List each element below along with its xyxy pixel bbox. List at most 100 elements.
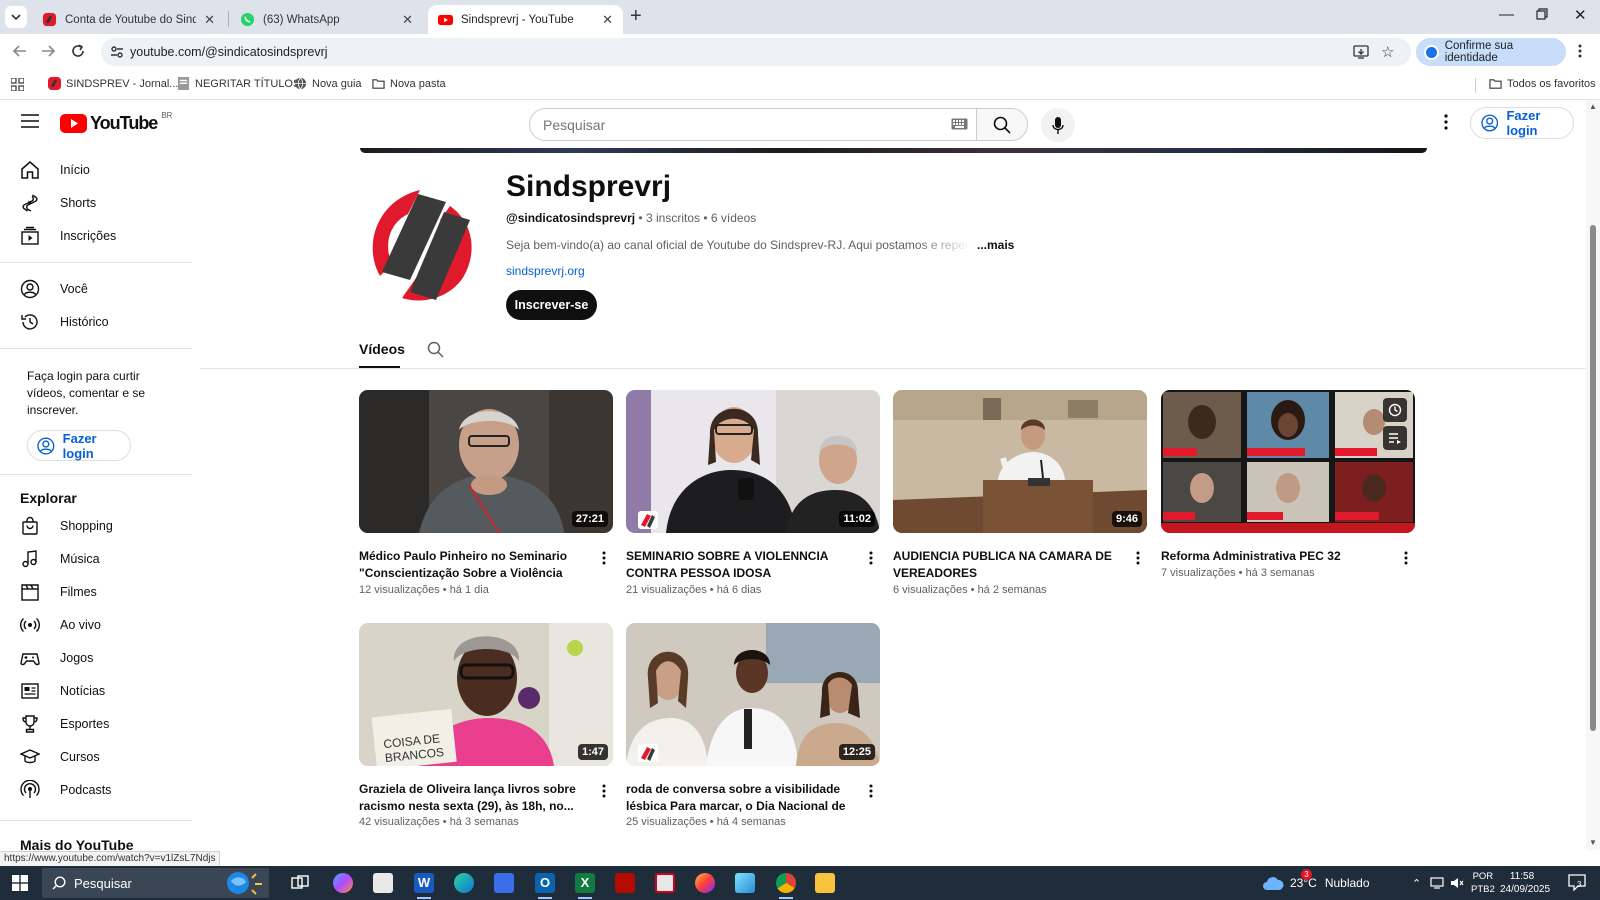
chrome-icon[interactable] (776, 873, 796, 899)
network-icon[interactable] (1430, 877, 1444, 889)
scrollbar-thumb[interactable] (1590, 225, 1596, 731)
video-card[interactable]: 27:21 Médico Paulo Pinheiro no Seminario… (359, 390, 613, 600)
video-title[interactable]: SEMINARIO SOBRE A VIOLENNCIA CONTRA PESS… (626, 548, 860, 581)
tray-chevron-icon[interactable]: ⌃ (1412, 866, 1421, 900)
page-scrollbar[interactable]: ▲ ▼ (1586, 100, 1600, 850)
minimize-icon[interactable]: — (1499, 6, 1514, 23)
address-bar[interactable]: youtube.com/@sindicatosindsprevrj ☆ (101, 38, 1411, 66)
sidebar-item-noticias[interactable]: Notícias (0, 674, 190, 708)
taskbar-search-box[interactable]: Pesquisar (42, 868, 269, 898)
video-card[interactable]: COISA DE BRANCOS 1:47 Graziela de Olivei… (359, 623, 613, 833)
channel-search-icon[interactable] (427, 341, 444, 358)
firefox-icon[interactable] (695, 873, 715, 893)
sign-in-button[interactable]: Fazer login (1470, 107, 1574, 139)
system-clock[interactable]: 11:58 24/09/2025 (1500, 870, 1550, 896)
video-card[interactable]: 9:46 AUDIENCIA PUBLICA NA CAMARA DE VERE… (893, 390, 1147, 600)
video-options-icon[interactable] (1404, 551, 1408, 565)
notepad-icon[interactable] (373, 873, 393, 893)
acrobat-icon[interactable] (615, 873, 635, 893)
channel-avatar[interactable] (358, 184, 492, 308)
word-icon[interactable]: W (414, 873, 434, 899)
voice-search-button[interactable] (1041, 108, 1075, 142)
sidebar-item-shorts[interactable]: Shorts (0, 186, 190, 220)
video-thumbnail[interactable]: COISA DE BRANCOS 1:47 (359, 623, 613, 766)
close-tab-icon[interactable]: ✕ (602, 12, 613, 28)
video-title[interactable]: Graziela de Oliveira lança livros sobre … (359, 781, 593, 814)
search-input[interactable] (543, 115, 923, 135)
video-options-icon[interactable] (869, 551, 873, 565)
sidebar-item-musica[interactable]: Música (0, 542, 190, 576)
forward-icon[interactable] (40, 43, 56, 59)
video-options-icon[interactable] (602, 784, 606, 798)
browser-tab-youtube[interactable]: Sindsprevrj - YouTube ✕ (428, 5, 623, 34)
bookmark-star-icon[interactable]: ☆ (1381, 43, 1394, 61)
subscribe-button[interactable]: Inscrever-se (506, 290, 597, 320)
copilot-icon[interactable] (333, 873, 353, 893)
close-tab-icon[interactable]: ✕ (402, 12, 413, 28)
search-button[interactable] (976, 108, 1028, 141)
excel-icon[interactable]: X (575, 873, 595, 899)
video-card[interactable]: Reforma Administrativa PEC 32 7 visualiz… (1161, 390, 1415, 600)
sidebar-item-voce[interactable]: Você (0, 272, 190, 306)
close-tab-icon[interactable]: ✕ (204, 12, 215, 28)
video-card[interactable]: 12:25 roda de conversa sobre a visibilid… (626, 623, 880, 833)
task-view-icon[interactable] (290, 873, 310, 893)
video-options-icon[interactable] (1136, 551, 1140, 565)
reload-icon[interactable] (70, 43, 86, 59)
youtube-logo[interactable]: YouTube BR (60, 111, 172, 134)
browser-tab-whatsapp[interactable]: (63) WhatsApp ✕ (230, 5, 423, 34)
restore-icon[interactable] (1536, 8, 1548, 20)
channel-description[interactable]: Seja bem-vindo(a) ao canal oficial de Yo… (506, 238, 1014, 252)
sidebar-item-cursos[interactable]: Cursos (0, 740, 190, 774)
description-more-button[interactable]: ...mais (977, 238, 1014, 252)
windows-start-icon[interactable] (12, 875, 28, 891)
sidebar-item-inicio[interactable]: Início (0, 153, 190, 187)
all-bookmarks[interactable]: Todos os favoritos (1489, 77, 1596, 90)
store-icon[interactable] (494, 873, 514, 893)
sidebar-item-filmes[interactable]: Filmes (0, 575, 190, 609)
sidebar-item-shopping[interactable]: Shopping (0, 509, 190, 543)
video-thumbnail[interactable]: 12:25 (626, 623, 880, 766)
sidebar-item-podcasts[interactable]: Podcasts (0, 773, 190, 807)
identity-button[interactable]: Confirme sua identidade (1416, 38, 1566, 66)
bookmark-nova-pasta[interactable]: Nova pasta (372, 77, 446, 90)
pdf-tool-icon[interactable] (655, 873, 675, 893)
keyboard-icon[interactable] (951, 118, 968, 130)
sidebar-item-inscricoes[interactable]: Inscrições (0, 219, 190, 253)
video-options-icon[interactable] (602, 551, 606, 565)
sidebar-item-esportes[interactable]: Esportes (0, 707, 190, 741)
video-card[interactable]: 11:02 SEMINARIO SOBRE A VIOLENNCIA CONTR… (626, 390, 880, 600)
bookmark-negritar[interactable]: NEGRITAR TÍTULOS (177, 77, 300, 90)
close-window-icon[interactable]: ✕ (1574, 6, 1587, 24)
video-thumbnail[interactable]: 27:21 (359, 390, 613, 533)
edge-icon[interactable] (454, 873, 474, 893)
video-options-icon[interactable] (869, 784, 873, 798)
video-title[interactable]: Reforma Administrativa PEC 32 (1161, 548, 1395, 565)
outlook-icon[interactable]: O (535, 873, 555, 899)
tab-videos[interactable]: Vídeos (359, 341, 405, 357)
video-title[interactable]: roda de conversa sobre a visibilidade lé… (626, 781, 860, 814)
sidebar-item-ao-vivo[interactable]: Ao vivo (0, 608, 190, 642)
sidebar-item-jogos[interactable]: Jogos (0, 641, 190, 675)
volume-muted-icon[interactable] (1450, 876, 1464, 890)
menu-hamburger-icon[interactable] (21, 114, 39, 128)
sidebar-sign-in-button[interactable]: Fazer login (27, 430, 131, 461)
file-explorer-icon[interactable] (815, 873, 835, 893)
tab-search-button[interactable] (5, 6, 27, 28)
install-app-icon[interactable] (1353, 44, 1369, 60)
watch-later-icon[interactable] (1383, 398, 1407, 422)
video-thumbnail[interactable]: 9:46 (893, 390, 1147, 533)
bookmark-sindsprev[interactable]: SINDSPREV - Jornal... (48, 77, 178, 90)
browser-tab-sindsprev[interactable]: Conta de Youtube do Sindsprev ✕ (32, 5, 225, 34)
video-title[interactable]: Médico Paulo Pinheiro no Seminario "Cons… (359, 548, 593, 581)
settings-dots-icon[interactable] (1444, 114, 1448, 130)
weather-widget[interactable]: 23°C Nublado (1262, 866, 1370, 900)
video-thumbnail[interactable] (1161, 390, 1415, 533)
paint-icon[interactable] (735, 873, 755, 893)
sidebar-item-historico[interactable]: Histórico (0, 305, 190, 339)
back-icon[interactable] (12, 43, 28, 59)
notification-center[interactable]: 3 (1568, 874, 1586, 891)
scroll-up-arrow-icon[interactable]: ▲ (1589, 102, 1597, 111)
channel-link[interactable]: sindsprevrj.org (506, 264, 585, 278)
scroll-down-arrow-icon[interactable]: ▼ (1589, 838, 1597, 847)
